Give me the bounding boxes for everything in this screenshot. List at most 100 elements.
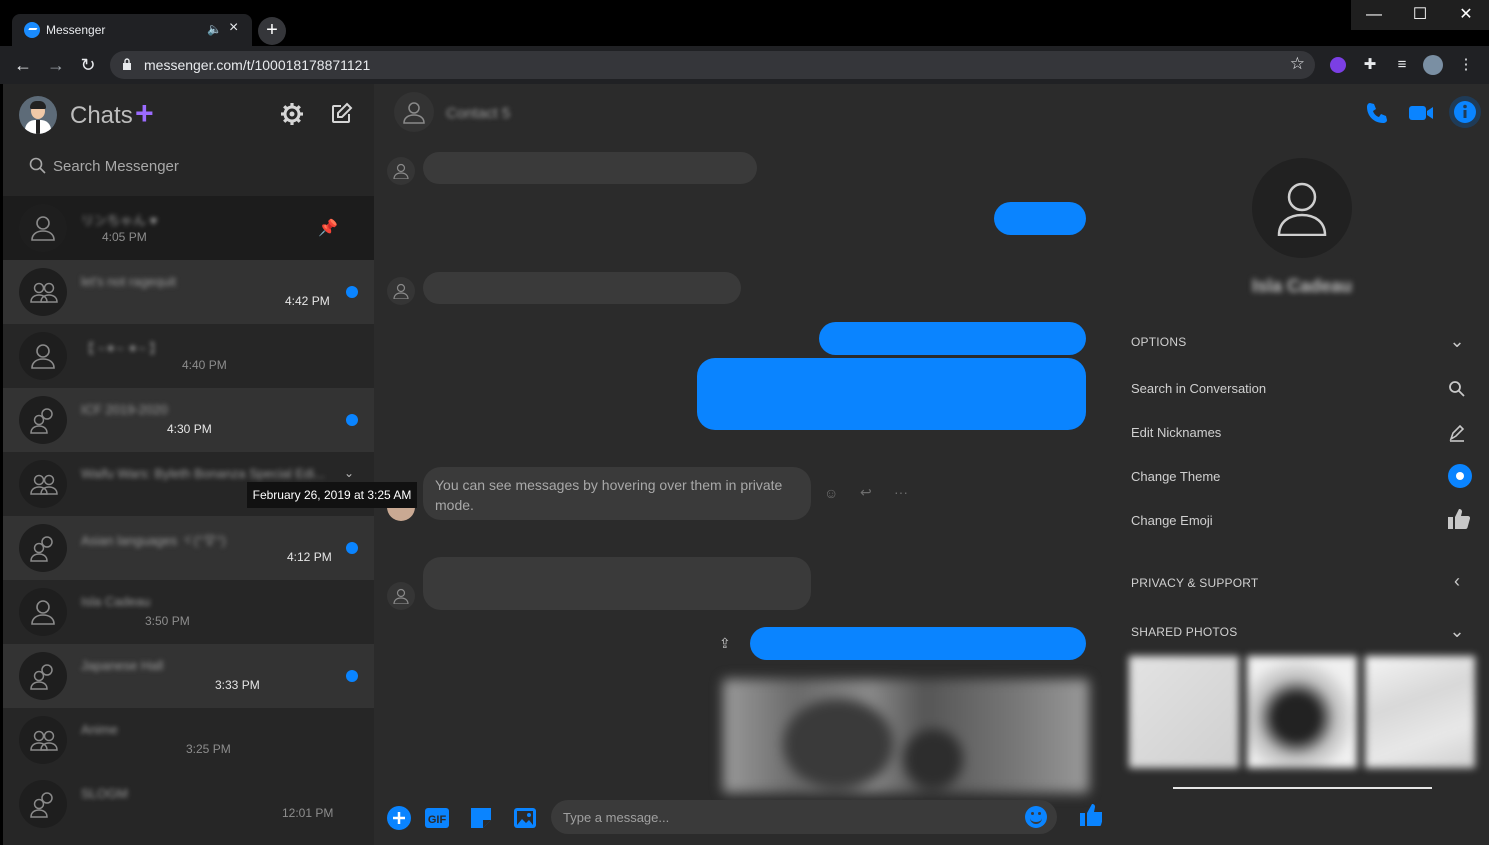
info-button[interactable]: [1449, 96, 1481, 128]
conversation-pane: Contact 5 You can see messages by hoveri…: [374, 84, 1105, 845]
chat-time: 3:50 PM: [145, 614, 190, 628]
pencil-icon[interactable]: [1447, 423, 1467, 443]
shared-image-message[interactable]: [723, 679, 1089, 793]
extensions-puzzle-icon[interactable]: ✚: [1360, 55, 1380, 75]
chat-item[interactable]: SLOGM 12:01 PM: [3, 772, 374, 836]
bookmark-star-icon[interactable]: ☆: [1290, 54, 1305, 74]
chat-time: 3:33 PM: [215, 678, 260, 692]
close-window-button[interactable]: ✕: [1443, 0, 1489, 30]
search-in-conversation[interactable]: Search in Conversation: [1131, 381, 1266, 396]
video-camera-icon[interactable]: [1408, 100, 1434, 126]
theme-color-icon[interactable]: [1448, 464, 1472, 488]
contact-avatar-icon[interactable]: [394, 92, 434, 132]
profile-avatar-icon[interactable]: [1252, 158, 1352, 258]
message-placeholder: Type a message...: [563, 810, 670, 825]
chevron-down-icon[interactable]: ⌄: [1447, 621, 1467, 641]
shared-photos-header[interactable]: SHARED PHOTOS: [1131, 625, 1237, 639]
outgoing-message[interactable]: [750, 627, 1086, 660]
browser-menu-icon[interactable]: ⋮: [1456, 55, 1476, 75]
chevron-left-icon[interactable]: ‹: [1447, 571, 1467, 591]
change-theme[interactable]: Change Theme: [1131, 469, 1220, 484]
browser-toolbar: ← → ↻ messenger.com/t/100018178871121 ☆ …: [0, 46, 1489, 84]
unread-dot: [346, 542, 358, 554]
reply-icon[interactable]: ↩: [860, 484, 872, 501]
incoming-message[interactable]: [423, 272, 741, 304]
user-avatar-icon: [19, 204, 67, 252]
browser-tab[interactable]: Messenger 🔈 ×: [12, 14, 252, 46]
outgoing-message[interactable]: [994, 202, 1086, 235]
profile-avatar-icon[interactable]: [1423, 55, 1443, 75]
my-avatar[interactable]: [19, 96, 57, 134]
chat-name: ICF 2019-2020: [81, 402, 168, 417]
user-avatar-icon: [19, 332, 67, 380]
chat-item[interactable]: Japanese Hall 3:33 PM: [3, 644, 374, 708]
chat-item[interactable]: Isla Cadeau 3:50 PM: [3, 580, 374, 644]
chat-name: SLOGM: [81, 786, 128, 801]
chat-item[interactable]: リンちゃん ♥ 4:05 PM 📌: [3, 196, 374, 260]
chevron-down-icon[interactable]: ⌄: [344, 466, 354, 480]
svg-text:GIF: GIF: [428, 814, 447, 826]
shared-photo[interactable]: [1365, 656, 1475, 768]
react-icon[interactable]: ☺: [824, 485, 838, 501]
more-actions-plus-icon[interactable]: [386, 805, 412, 831]
incoming-message[interactable]: [423, 152, 757, 184]
reload-icon[interactable]: ↻: [77, 54, 99, 76]
chat-item[interactable]: let's not ragequit 4:42 PM: [3, 260, 374, 324]
info-icon: [1454, 101, 1476, 123]
maximize-button[interactable]: ☐: [1397, 0, 1443, 30]
lock-icon: [123, 58, 131, 70]
tab-title: Messenger: [46, 23, 106, 37]
plus-icon[interactable]: +: [135, 97, 154, 129]
messenger-app: Chats + Search Messenger リンちゃん ♥ 4:05 PM…: [3, 84, 1489, 845]
gif-icon[interactable]: GIF: [424, 805, 450, 831]
incoming-message[interactable]: [423, 557, 811, 610]
privacy-support-header[interactable]: PRIVACY & SUPPORT: [1131, 576, 1258, 590]
address-bar[interactable]: messenger.com/t/100018178871121 ☆: [110, 51, 1315, 79]
media-control-icon[interactable]: ≡: [1392, 55, 1412, 75]
group-avatar-icon: [19, 780, 67, 828]
chat-time: 4:12 PM: [287, 550, 332, 564]
change-emoji[interactable]: Change Emoji: [1131, 513, 1213, 528]
emoji-icon[interactable]: [1025, 806, 1047, 828]
share-icon[interactable]: ⇪: [719, 635, 731, 652]
sticker-icon[interactable]: [468, 805, 494, 831]
chat-item[interactable]: Asian languages ヾ(°∇°) 4:12 PM: [3, 516, 374, 580]
private-mode-notice[interactable]: You can see messages by hovering over th…: [423, 467, 811, 520]
messenger-extension-icon[interactable]: [1328, 55, 1348, 75]
options-header[interactable]: OPTIONS: [1131, 335, 1186, 349]
thumbs-up-icon[interactable]: [1447, 507, 1471, 531]
audio-playing-icon[interactable]: 🔈: [207, 22, 222, 36]
chat-time: 4:40 PM: [182, 358, 227, 372]
search-messenger-field[interactable]: Search Messenger: [19, 150, 359, 182]
message-input[interactable]: Type a message...: [551, 800, 1057, 834]
new-tab-button[interactable]: +: [258, 17, 286, 45]
chat-name: Anime: [81, 722, 118, 737]
pin-icon[interactable]: 📌: [318, 218, 338, 238]
sender-avatar-icon: [387, 277, 415, 305]
chat-item[interactable]: 【 ~✦~ ✦~ 】 4:40 PM: [3, 324, 374, 388]
close-tab-icon[interactable]: ×: [229, 19, 238, 37]
shared-photo[interactable]: [1247, 656, 1357, 768]
forward-icon[interactable]: →: [45, 54, 67, 76]
outgoing-message[interactable]: [697, 358, 1086, 430]
gear-icon[interactable]: [280, 102, 304, 126]
back-icon[interactable]: ←: [12, 54, 34, 76]
group-avatar-icon: [19, 268, 67, 316]
outgoing-message[interactable]: [819, 322, 1086, 355]
edit-nicknames[interactable]: Edit Nicknames: [1131, 425, 1221, 440]
group-avatar-icon: [19, 460, 67, 508]
minimize-button[interactable]: —: [1351, 0, 1397, 30]
group-avatar-icon: [19, 396, 67, 444]
chevron-down-icon[interactable]: ⌄: [1447, 331, 1467, 351]
contact-name[interactable]: Contact 5: [446, 105, 510, 122]
chat-item[interactable]: Anime 3:25 PM: [3, 708, 374, 772]
compose-icon[interactable]: [329, 102, 353, 126]
phone-icon[interactable]: [1364, 100, 1390, 126]
group-avatar-icon: [19, 716, 67, 764]
photos-scrollbar[interactable]: [1173, 787, 1432, 789]
photo-icon[interactable]: [512, 805, 538, 831]
chat-item[interactable]: ICF 2019-2020 4:30 PM: [3, 388, 374, 452]
shared-photo[interactable]: [1129, 656, 1239, 768]
search-icon[interactable]: [1447, 379, 1467, 399]
more-icon[interactable]: ···: [894, 484, 908, 500]
